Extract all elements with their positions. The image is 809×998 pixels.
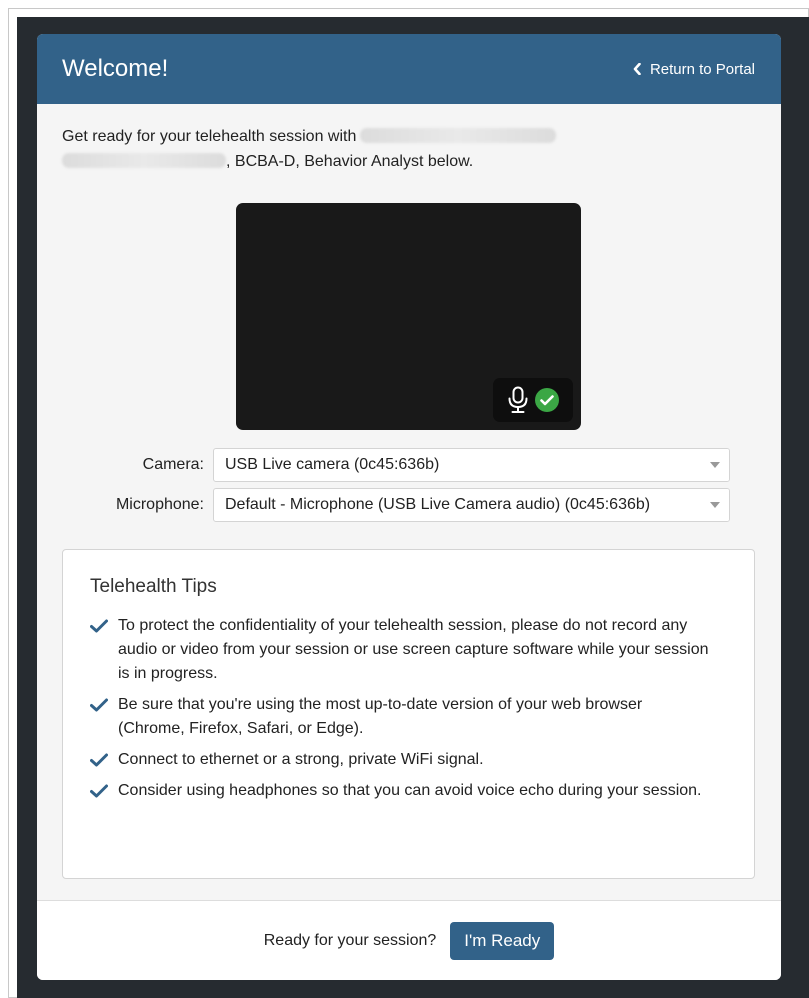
caret-down-icon <box>701 489 729 521</box>
tips-list: To protect the confidentiality of your t… <box>90 614 728 803</box>
check-circle-icon <box>535 388 559 412</box>
ready-question: Ready for your session? <box>263 931 437 949</box>
modal-footer: Ready for your session? I'm Ready <box>37 900 781 980</box>
checkmark-icon <box>90 619 108 633</box>
list-item: Be sure that you're using the most up-to… <box>90 693 728 741</box>
microphone-row: Microphone: Default - Microphone (USB Li… <box>37 488 781 522</box>
camera-row: Camera: USB Live camera (0c45:636b) <box>37 448 781 482</box>
microphone-select-value: Default - Microphone (USB Live Camera au… <box>225 496 651 513</box>
tip-text: Consider using headphones so that you ca… <box>118 782 702 799</box>
media-status-indicator <box>493 378 573 422</box>
tip-text: To protect the confidentiality of your t… <box>118 617 709 682</box>
im-ready-button[interactable]: I'm Ready <box>450 921 555 960</box>
redacted-provider-name <box>360 128 557 143</box>
session-intro: Get ready for your telehealth session wi… <box>62 124 756 174</box>
telehealth-tips-panel: Telehealth Tips To protect the confident… <box>62 549 755 879</box>
modal-body: Get ready for your telehealth session wi… <box>37 104 781 900</box>
list-item: Consider using headphones so that you ca… <box>90 779 728 803</box>
checkmark-icon <box>90 698 108 712</box>
camera-select-value: USB Live camera (0c45:636b) <box>225 456 440 473</box>
redacted-provider-name-continued <box>62 153 226 168</box>
microphone-icon <box>508 386 528 413</box>
microphone-select[interactable]: Default - Microphone (USB Live Camera au… <box>213 488 730 522</box>
checkmark-icon <box>90 784 108 798</box>
modal-title: Welcome! <box>62 55 169 82</box>
modal-header: Welcome! Return to Portal <box>37 34 781 104</box>
list-item: To protect the confidentiality of your t… <box>90 614 728 686</box>
tip-text: Be sure that you're using the most up-to… <box>118 696 643 737</box>
caret-down-icon <box>701 449 729 481</box>
welcome-modal: Welcome! Return to Portal Get ready for … <box>37 34 781 980</box>
tips-title: Telehealth Tips <box>90 576 217 597</box>
tip-text: Connect to ethernet or a strong, private… <box>118 751 484 768</box>
chevron-left-icon <box>633 63 641 75</box>
microphone-label: Microphone: <box>115 496 204 513</box>
intro-suffix: , BCBA-D, Behavior Analyst below. <box>226 153 474 170</box>
video-preview <box>236 203 581 430</box>
camera-label: Camera: <box>142 456 204 473</box>
checkmark-icon <box>90 753 108 767</box>
list-item: Connect to ethernet or a strong, private… <box>90 748 728 772</box>
camera-select[interactable]: USB Live camera (0c45:636b) <box>213 448 730 482</box>
return-to-portal-link[interactable]: Return to Portal <box>633 61 755 78</box>
return-to-portal-label: Return to Portal <box>649 60 755 78</box>
intro-prefix: Get ready for your telehealth session wi… <box>62 128 357 145</box>
